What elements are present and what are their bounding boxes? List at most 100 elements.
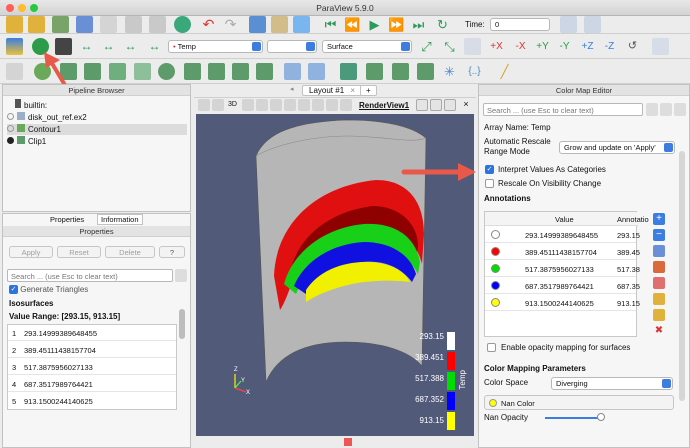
- color-swatch[interactable]: [491, 281, 500, 290]
- close-icon[interactable]: ×: [350, 86, 355, 95]
- colorbar-icon[interactable]: [6, 38, 23, 55]
- open-folder-icon[interactable]: [6, 16, 23, 33]
- gear-icon[interactable]: [646, 103, 658, 116]
- table-row[interactable]: 517.3875956027133 517.38: [485, 261, 640, 277]
- view-minus-x-icon[interactable]: -X: [512, 38, 529, 55]
- select-icon[interactable]: [242, 99, 254, 111]
- auto-apply-icon[interactable]: [174, 16, 191, 33]
- table-row[interactable]: 293.14999389648455 293.15: [485, 227, 640, 243]
- save-data-icon[interactable]: [52, 16, 69, 33]
- split-horizontal-icon[interactable]: [416, 99, 428, 111]
- next-frame-icon[interactable]: ⏩: [388, 16, 405, 33]
- extract-selection-icon[interactable]: [392, 63, 409, 80]
- previous-frame-icon[interactable]: ⏪: [344, 16, 361, 33]
- view-minus-z-icon[interactable]: -Z: [601, 38, 618, 55]
- pipeline-item-disk[interactable]: disk_out_ref.ex2: [7, 112, 87, 123]
- color-swatch[interactable]: [491, 247, 500, 256]
- rescale-custom-range-icon[interactable]: ↔: [100, 38, 117, 55]
- table-row[interactable]: 5 913.1500244140625: [8, 393, 176, 409]
- save-preset-icon[interactable]: [660, 103, 672, 116]
- plot-over-line-icon[interactable]: [284, 63, 301, 80]
- reset-session-icon[interactable]: [249, 16, 266, 33]
- slice-icon[interactable]: [84, 63, 101, 80]
- warp-icon[interactable]: [208, 63, 225, 80]
- pipeline-item-clip[interactable]: Clip1: [7, 136, 46, 147]
- extract-subset-icon[interactable]: [134, 63, 151, 80]
- color-swatch[interactable]: [491, 230, 500, 239]
- ruler-icon[interactable]: ╱: [496, 63, 513, 80]
- reset-button[interactable]: Reset: [57, 246, 101, 258]
- tab-layout-1[interactable]: Layout #1 ×: [302, 85, 363, 96]
- table-row[interactable]: 389.451114381577​04 389.45: [485, 244, 640, 260]
- view-z-icon[interactable]: +Z: [579, 38, 596, 55]
- component-select[interactable]: [267, 40, 317, 53]
- extract-level-icon[interactable]: [256, 63, 273, 80]
- tab-properties[interactable]: Properties: [50, 215, 84, 225]
- nan-opacity-slider[interactable]: [545, 417, 601, 419]
- interactive-select-icon[interactable]: [312, 99, 324, 111]
- zoom-to-box-icon[interactable]: [464, 38, 481, 55]
- clear-select-icon[interactable]: [340, 99, 352, 111]
- connect-icon[interactable]: [100, 16, 117, 33]
- reset-preset-icon[interactable]: [674, 103, 686, 116]
- add-layout-tab-button[interactable]: +: [360, 85, 377, 96]
- query-icon[interactable]: [584, 16, 601, 33]
- pipeline-item-builtin[interactable]: builtin:: [15, 99, 47, 110]
- table-row[interactable]: 2 389.45111438157704: [8, 342, 176, 358]
- color-space-select[interactable]: Diverging: [551, 377, 673, 390]
- close-icon[interactable]: ×: [460, 99, 472, 111]
- add-active-values-icon[interactable]: [653, 245, 665, 257]
- representation-select[interactable]: Surface: [322, 40, 412, 53]
- properties-search-input[interactable]: Search ... (use Esc to clear text): [7, 269, 173, 282]
- color-swatch[interactable]: [491, 298, 500, 307]
- reset-camera-icon[interactable]: ⤢: [418, 38, 435, 55]
- eye-icon[interactable]: [7, 137, 14, 144]
- add-visible-values-icon[interactable]: [653, 261, 665, 273]
- properties-scrollbar[interactable]: [179, 309, 185, 339]
- color-map-search-input[interactable]: Search ... (use Esc to clear text): [483, 103, 643, 116]
- choose-preset-icon[interactable]: [653, 277, 665, 289]
- reset-closest-icon[interactable]: ⤡: [441, 38, 458, 55]
- capture-icon[interactable]: [212, 99, 224, 111]
- interaction-mode-icon[interactable]: [652, 38, 669, 55]
- group-datasets-icon[interactable]: [232, 63, 249, 80]
- help-icon[interactable]: [293, 16, 310, 33]
- gear-icon[interactable]: [175, 269, 187, 282]
- table-row[interactable]: 4 687.3517989764421: [8, 376, 176, 392]
- interpret-categories-checkbox[interactable]: ✓: [485, 165, 494, 174]
- view-x-icon[interactable]: +X: [488, 38, 505, 55]
- disconnect-icon[interactable]: [125, 16, 142, 33]
- recent-folder-icon[interactable]: [28, 16, 45, 33]
- rotate-90-icon[interactable]: ↺: [624, 38, 641, 55]
- bar-chart-icon[interactable]: [340, 63, 357, 80]
- table-row[interactable]: 687.3517989764421 687.35: [485, 278, 640, 294]
- table-row[interactable]: 1 293.14999389648455: [8, 325, 176, 341]
- python-icon[interactable]: {..}: [466, 63, 483, 80]
- add-annotation-button[interactable]: +: [653, 213, 665, 225]
- loop-icon[interactable]: ↻: [434, 16, 451, 33]
- apply-button[interactable]: Apply: [9, 246, 53, 258]
- save-annotations-icon[interactable]: [653, 293, 665, 305]
- generate-triangles-checkbox[interactable]: ✓: [9, 285, 18, 295]
- stream-tracer-icon[interactable]: [184, 63, 201, 80]
- eye-icon[interactable]: [7, 113, 14, 120]
- last-frame-icon[interactable]: ⏭: [410, 16, 427, 33]
- eye-icon[interactable]: [7, 125, 14, 132]
- opacity-mapping-checkbox[interactable]: [487, 343, 496, 352]
- delete-button[interactable]: Delete: [105, 246, 155, 258]
- nan-color-button[interactable]: Nan Color: [484, 395, 674, 410]
- save-state-icon[interactable]: [76, 16, 93, 33]
- play-icon[interactable]: ▶: [366, 16, 383, 33]
- glyph-icon[interactable]: [158, 63, 175, 80]
- delete-annotations-icon[interactable]: ✖: [653, 325, 665, 337]
- snowflake-icon[interactable]: ✳: [441, 63, 458, 80]
- select-block-icon[interactable]: [298, 99, 310, 111]
- calculator-icon[interactable]: [6, 63, 23, 80]
- camera-icon[interactable]: [149, 16, 166, 33]
- temporal-icon[interactable]: [417, 63, 434, 80]
- error-indicator-icon[interactable]: [344, 438, 352, 446]
- redo-icon[interactable]: ↷: [222, 16, 239, 33]
- pipeline-item-contour[interactable]: Contour1: [7, 124, 187, 135]
- rescale-mode-select[interactable]: Grow and update on 'Apply': [559, 141, 675, 154]
- select-points-icon[interactable]: [256, 99, 268, 111]
